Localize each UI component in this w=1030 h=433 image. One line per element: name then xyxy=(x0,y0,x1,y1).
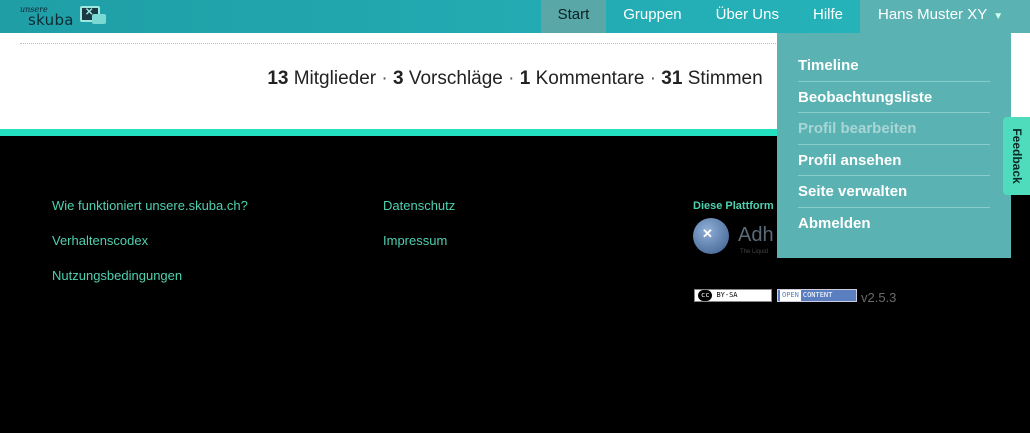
adhocracy-logo-icon[interactable]: ✕ xyxy=(693,218,729,254)
footer-link-imprint[interactable]: Impressum xyxy=(383,233,447,248)
cc-license-badge[interactable]: cc BY-SA xyxy=(694,289,772,302)
proposals-label: Vorschläge xyxy=(408,68,503,89)
menu-item-timeline[interactable]: Timeline xyxy=(798,50,990,82)
open-tag: OPEN xyxy=(780,290,801,301)
comments-count: 1 xyxy=(519,68,531,89)
menu-item-watchlist[interactable]: Beobachtungsliste xyxy=(798,82,990,114)
footer-link-codex[interactable]: Verhaltenscodex xyxy=(52,233,148,248)
user-dropdown-menu: Timeline Beobachtungsliste Profil bearbe… xyxy=(777,33,1011,258)
main-nav: Start Gruppen Über Uns Hilfe Hans Muster… xyxy=(540,0,1030,33)
adhocracy-tagline: The Liquid xyxy=(740,249,769,255)
proposals-count: 3 xyxy=(393,68,404,89)
footer-link-how[interactable]: Wie funktioniert unsere.skuba.ch? xyxy=(52,198,248,213)
footer-link-privacy[interactable]: Datenschutz xyxy=(383,198,455,213)
site-logo[interactable]: unsere skuba ✕ xyxy=(18,4,106,30)
separator: · xyxy=(508,68,515,89)
separator: · xyxy=(381,68,388,89)
feedback-tab[interactable]: Feedback xyxy=(1003,117,1030,195)
votes-count: 31 xyxy=(661,68,683,89)
cc-text: BY-SA xyxy=(716,291,738,299)
open-content-badge[interactable]: OPEN CONTENT xyxy=(777,289,857,302)
votes-label: Stimmen xyxy=(687,68,763,89)
user-menu-toggle[interactable]: Hans Muster XY ▼ xyxy=(860,0,1030,33)
nav-hilfe[interactable]: Hilfe xyxy=(796,0,860,33)
comments-label: Kommentare xyxy=(535,68,645,89)
nav-gruppen[interactable]: Gruppen xyxy=(606,0,698,33)
separator: · xyxy=(649,68,657,89)
user-name: Hans Muster XY xyxy=(878,6,988,23)
top-navigation-bar: unsere skuba ✕ Start Gruppen Über Uns Hi… xyxy=(0,0,1030,33)
members-count: 13 xyxy=(267,68,289,89)
logo-bubble-small-icon xyxy=(92,14,106,24)
platform-label: Diese Plattform xyxy=(693,200,774,212)
version-label: v2.5.3 xyxy=(861,290,897,305)
members-label: Mitglieder xyxy=(293,68,377,89)
logo-x-icon: ✕ xyxy=(85,7,94,18)
footer-link-terms[interactable]: Nutzungsbedingungen xyxy=(52,268,182,283)
cc-icon: cc xyxy=(698,290,713,301)
feedback-label: Feedback xyxy=(1009,128,1024,184)
menu-item-manage-page[interactable]: Seite verwalten xyxy=(798,176,990,208)
logo-word: skuba xyxy=(28,11,74,29)
menu-item-edit-profile[interactable]: Profil bearbeiten xyxy=(798,113,990,145)
chevron-down-icon: ▼ xyxy=(993,11,1004,22)
content-text: CONTENT xyxy=(802,291,833,299)
menu-item-logout[interactable]: Abmelden xyxy=(798,208,990,240)
menu-item-view-profile[interactable]: Profil ansehen xyxy=(798,145,990,177)
nav-ueber-uns[interactable]: Über Uns xyxy=(699,0,796,33)
nav-start[interactable]: Start xyxy=(540,0,607,33)
adhocracy-wordmark: Adh xyxy=(738,224,774,246)
